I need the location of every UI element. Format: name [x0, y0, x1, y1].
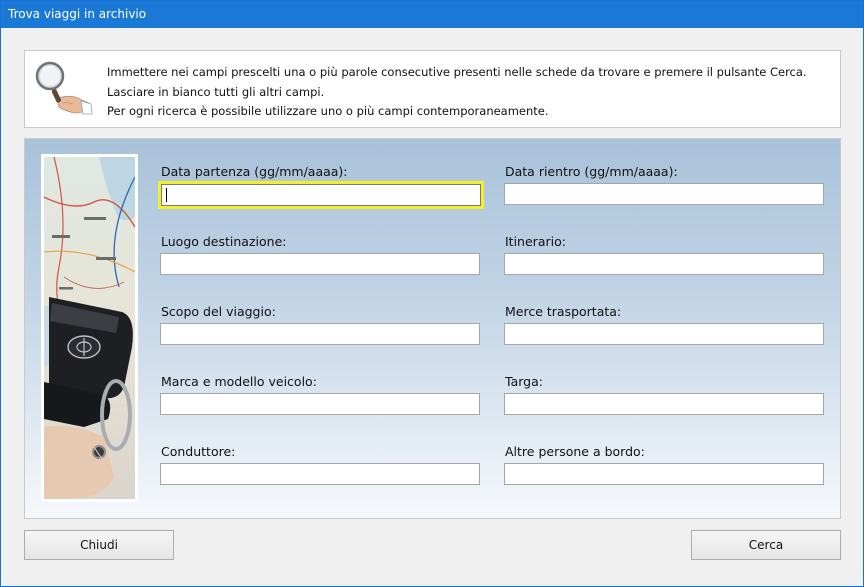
magnifier-hand-icon	[35, 61, 93, 115]
itinerario-input[interactable]	[504, 253, 824, 275]
close-button[interactable]: Chiudi	[24, 530, 174, 560]
label-marca-modello: Marca e modello veicolo:	[161, 374, 317, 389]
window-title: Trova viaggi in archivio	[8, 7, 147, 21]
dialog-window: Trova viaggi in archivio Immettere nei c…	[0, 0, 864, 587]
label-merce-trasportata: Merce trasportata:	[505, 304, 622, 319]
text-caret	[166, 188, 167, 202]
info-line-1: Immettere nei campi prescelti una o più …	[107, 65, 807, 79]
merce-trasportata-input[interactable]	[504, 323, 824, 345]
info-text: Immettere nei campi prescelti una o più …	[107, 63, 807, 122]
label-data-partenza: Data partenza (gg/mm/aaaa):	[161, 164, 348, 179]
info-line-2: Lasciare in bianco tutti gli altri campi…	[107, 84, 325, 99]
data-partenza-input[interactable]	[161, 184, 481, 206]
label-luogo-destinazione: Luogo destinazione:	[161, 234, 287, 249]
label-scopo-viaggio: Scopo del viaggio:	[161, 304, 276, 319]
label-data-rientro: Data rientro (gg/mm/aaaa):	[505, 164, 678, 179]
marca-modello-input[interactable]	[160, 393, 480, 415]
altre-persone-input[interactable]	[504, 463, 824, 485]
search-button[interactable]: Cerca	[691, 530, 841, 560]
map-keys-image	[44, 157, 135, 499]
targa-input[interactable]	[504, 393, 824, 415]
info-line-3: Per ogni ricerca è possibile utilizzare …	[107, 104, 549, 118]
search-form-panel: Data partenza (gg/mm/aaaa): Data rientro…	[24, 138, 841, 519]
conduttore-input[interactable]	[160, 463, 480, 485]
luogo-destinazione-input[interactable]	[160, 253, 480, 275]
label-conduttore: Conduttore:	[161, 444, 236, 459]
label-itinerario: Itinerario:	[505, 234, 566, 249]
label-altre-persone: Altre persone a bordo:	[505, 444, 645, 459]
data-rientro-input[interactable]	[504, 183, 824, 205]
scopo-viaggio-input[interactable]	[160, 323, 480, 345]
title-bar: Trova viaggi in archivio	[1, 1, 863, 28]
info-panel: Immettere nei campi prescelti una o più …	[24, 50, 841, 128]
label-targa: Targa:	[505, 374, 543, 389]
travel-photo	[41, 154, 138, 502]
